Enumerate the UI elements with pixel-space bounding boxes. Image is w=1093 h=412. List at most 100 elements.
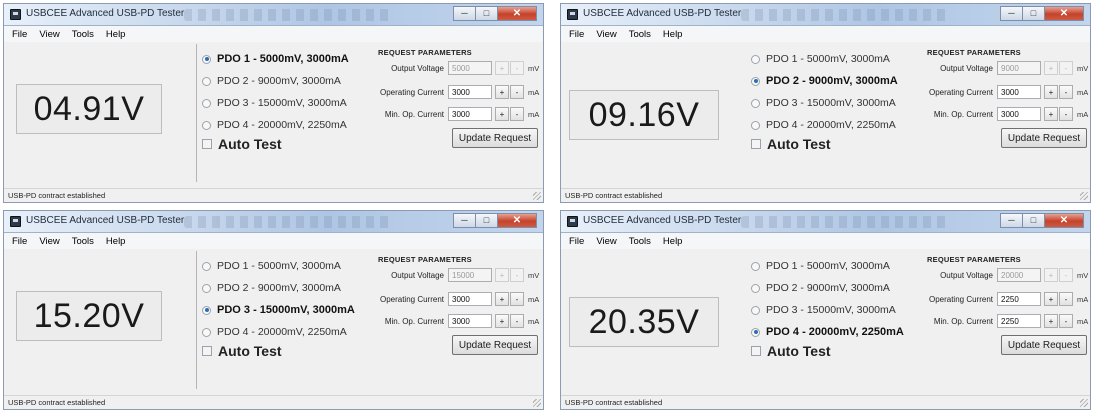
maximize-button[interactable]: □ <box>475 6 497 21</box>
pdo-option[interactable]: PDO 2 - 9000mV, 3000mA <box>202 277 355 299</box>
operating-current-increment[interactable]: + <box>1044 292 1058 306</box>
menu-tools[interactable]: Tools <box>629 236 651 247</box>
pdo-option[interactable]: PDO 2 - 9000mV, 3000mA <box>751 277 904 299</box>
title-bar[interactable]: USBCEE Advanced USB-PD Tester ─ □ ✕ <box>561 211 1090 233</box>
min-op-current-field[interactable]: 3000 <box>448 107 492 121</box>
menu-help[interactable]: Help <box>106 29 126 40</box>
resize-grip-icon[interactable] <box>1080 192 1088 200</box>
resize-grip-icon[interactable] <box>1080 399 1088 407</box>
output-voltage-increment[interactable]: + <box>1044 268 1058 282</box>
pdo-option[interactable]: PDO 1 - 5000mV, 3000mA <box>751 48 898 70</box>
radio-button[interactable] <box>751 76 760 86</box>
menu-help[interactable]: Help <box>106 236 126 247</box>
output-voltage-decrement[interactable]: - <box>510 61 524 75</box>
title-bar[interactable]: USBCEE Advanced USB-PD Tester ─ □ ✕ <box>4 4 543 26</box>
operating-current-decrement[interactable]: - <box>1059 85 1073 99</box>
operating-current-decrement[interactable]: - <box>1059 292 1073 306</box>
operating-current-increment[interactable]: + <box>495 85 509 99</box>
update-request-button[interactable]: Update Request <box>452 128 538 148</box>
output-voltage-decrement[interactable]: - <box>510 268 524 282</box>
update-request-button[interactable]: Update Request <box>1001 128 1087 148</box>
pdo-option[interactable]: PDO 3 - 15000mV, 3000mA <box>751 92 898 114</box>
resize-grip-icon[interactable] <box>533 399 541 407</box>
menu-view[interactable]: View <box>596 236 616 247</box>
auto-test-checkbox[interactable] <box>202 139 212 149</box>
operating-current-field[interactable]: 3000 <box>448 85 492 99</box>
min-op-current-decrement[interactable]: - <box>510 314 524 328</box>
radio-button[interactable] <box>751 98 760 108</box>
output-voltage-increment[interactable]: + <box>495 61 509 75</box>
radio-button[interactable] <box>751 261 760 271</box>
close-button[interactable]: ✕ <box>1044 213 1084 228</box>
pdo-option[interactable]: PDO 4 - 20000mV, 2250mA <box>751 321 904 343</box>
auto-test-checkbox[interactable] <box>751 139 761 149</box>
min-op-current-increment[interactable]: + <box>1044 107 1058 121</box>
radio-button[interactable] <box>751 54 760 64</box>
auto-test-toggle[interactable]: Auto Test <box>202 136 282 152</box>
minimize-button[interactable]: ─ <box>1000 213 1022 228</box>
radio-button[interactable] <box>751 120 760 130</box>
pdo-option[interactable]: PDO 1 - 5000mV, 3000mA <box>202 48 349 70</box>
operating-current-field[interactable]: 3000 <box>448 292 492 306</box>
radio-button[interactable] <box>751 283 760 293</box>
pdo-option[interactable]: PDO 3 - 15000mV, 3000mA <box>202 299 355 321</box>
maximize-button[interactable]: □ <box>475 213 497 228</box>
radio-button[interactable] <box>202 98 211 108</box>
pdo-option[interactable]: PDO 3 - 15000mV, 3000mA <box>751 299 904 321</box>
maximize-button[interactable]: □ <box>1022 213 1044 228</box>
maximize-button[interactable]: □ <box>1022 6 1044 21</box>
auto-test-checkbox[interactable] <box>202 346 212 356</box>
close-button[interactable]: ✕ <box>1044 6 1084 21</box>
min-op-current-decrement[interactable]: - <box>510 107 524 121</box>
radio-button[interactable] <box>202 283 211 293</box>
radio-button[interactable] <box>202 261 211 271</box>
pdo-option[interactable]: PDO 3 - 15000mV, 3000mA <box>202 92 349 114</box>
min-op-current-increment[interactable]: + <box>495 314 509 328</box>
menu-tools[interactable]: Tools <box>629 29 651 40</box>
radio-button[interactable] <box>202 76 211 86</box>
output-voltage-field[interactable]: 9000 <box>997 61 1041 75</box>
output-voltage-decrement[interactable]: - <box>1059 61 1073 75</box>
menu-tools[interactable]: Tools <box>72 29 94 40</box>
output-voltage-field[interactable]: 5000 <box>448 61 492 75</box>
menu-help[interactable]: Help <box>663 236 683 247</box>
resize-grip-icon[interactable] <box>533 192 541 200</box>
min-op-current-decrement[interactable]: - <box>1059 107 1073 121</box>
operating-current-field[interactable]: 2250 <box>997 292 1041 306</box>
update-request-button[interactable]: Update Request <box>452 335 538 355</box>
menu-view[interactable]: View <box>39 236 59 247</box>
min-op-current-increment[interactable]: + <box>1044 314 1058 328</box>
output-voltage-increment[interactable]: + <box>1044 61 1058 75</box>
operating-current-decrement[interactable]: - <box>510 292 524 306</box>
close-button[interactable]: ✕ <box>497 6 537 21</box>
auto-test-toggle[interactable]: Auto Test <box>751 343 831 359</box>
auto-test-toggle[interactable]: Auto Test <box>751 136 831 152</box>
pdo-option[interactable]: PDO 1 - 5000mV, 3000mA <box>202 255 355 277</box>
output-voltage-increment[interactable]: + <box>495 268 509 282</box>
radio-button[interactable] <box>202 305 211 315</box>
radio-button[interactable] <box>202 327 211 337</box>
title-bar[interactable]: USBCEE Advanced USB-PD Tester ─ □ ✕ <box>561 4 1090 26</box>
menu-help[interactable]: Help <box>663 29 683 40</box>
pdo-option[interactable]: PDO 2 - 9000mV, 3000mA <box>751 70 898 92</box>
min-op-current-decrement[interactable]: - <box>1059 314 1073 328</box>
radio-button[interactable] <box>751 327 760 337</box>
operating-current-increment[interactable]: + <box>495 292 509 306</box>
menu-view[interactable]: View <box>39 29 59 40</box>
menu-tools[interactable]: Tools <box>72 236 94 247</box>
min-op-current-field[interactable]: 3000 <box>997 107 1041 121</box>
close-button[interactable]: ✕ <box>497 213 537 228</box>
auto-test-toggle[interactable]: Auto Test <box>202 343 282 359</box>
menu-view[interactable]: View <box>596 29 616 40</box>
output-voltage-field[interactable]: 15000 <box>448 268 492 282</box>
operating-current-field[interactable]: 3000 <box>997 85 1041 99</box>
menu-file[interactable]: File <box>12 29 27 40</box>
minimize-button[interactable]: ─ <box>453 213 475 228</box>
minimize-button[interactable]: ─ <box>453 6 475 21</box>
pdo-option[interactable]: PDO 2 - 9000mV, 3000mA <box>202 70 349 92</box>
output-voltage-field[interactable]: 20000 <box>997 268 1041 282</box>
menu-file[interactable]: File <box>569 29 584 40</box>
output-voltage-decrement[interactable]: - <box>1059 268 1073 282</box>
menu-file[interactable]: File <box>569 236 584 247</box>
radio-button[interactable] <box>202 120 211 130</box>
